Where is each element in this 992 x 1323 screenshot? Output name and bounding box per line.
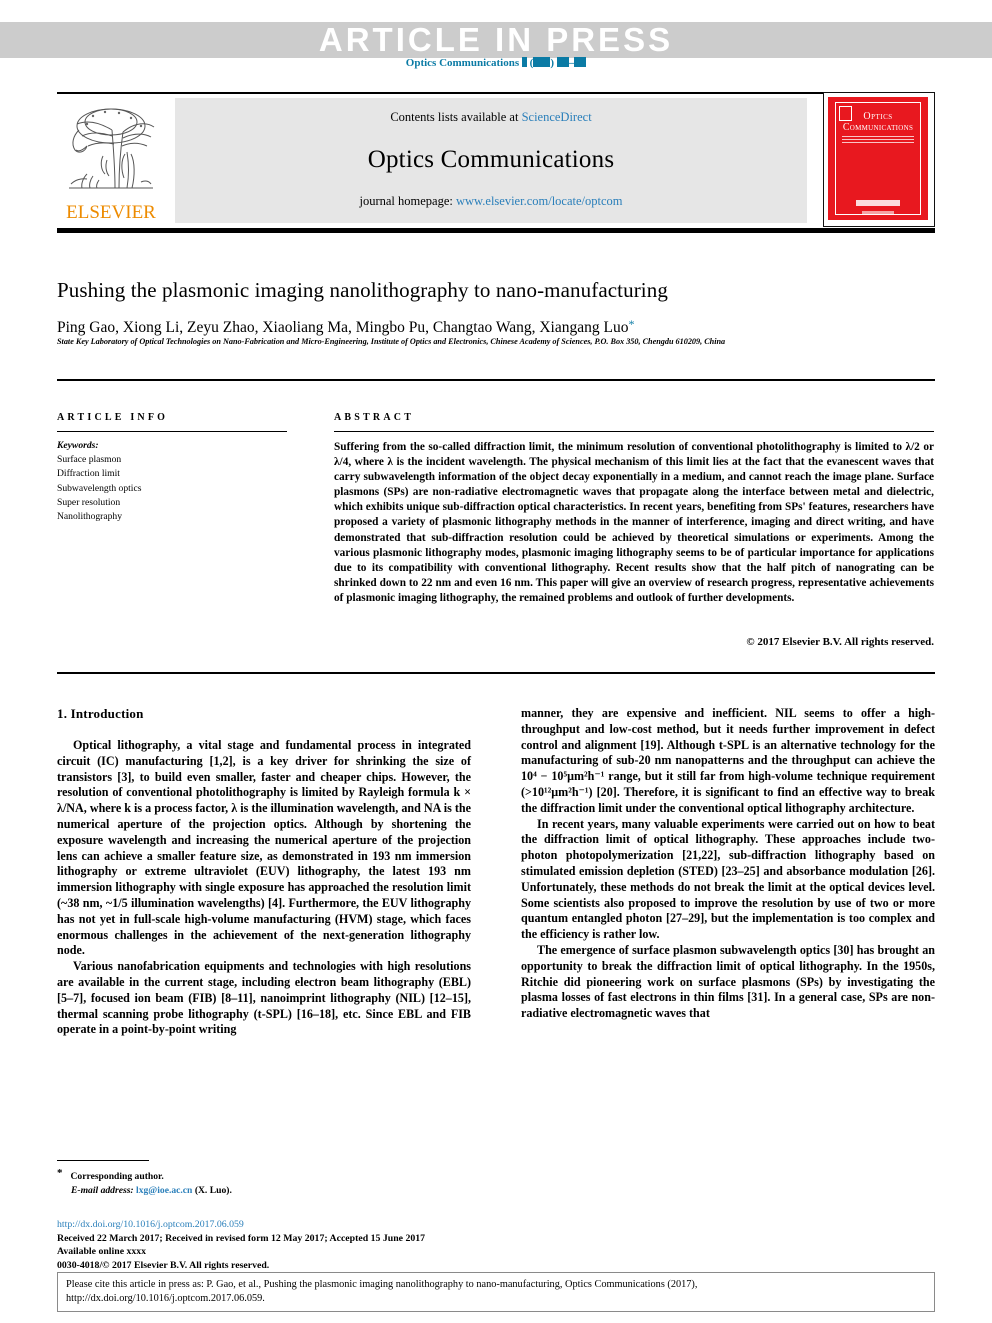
keywords-block: Keywords: Surface plasmon Diffraction li… [57,439,297,524]
keyword-item: Nanolithography [57,511,123,523]
article-in-press-label: ARTICLE IN PRESS [318,21,674,58]
sciencedirect-link[interactable]: ScienceDirect [522,110,592,124]
section-heading-introduction: 1. Introduction [57,706,144,721]
issn-copyright: 0030-4018/© 2017 Elsevier B.V. All right… [57,1259,270,1271]
footnote-rule [57,1160,149,1162]
journal-title: Optics Communications [367,146,615,173]
abstract-rule [334,431,934,433]
author-names: Ping Gao, Xiong Li, Zeyu Zhao, Xiaoliang… [57,319,629,336]
redacted-startpage-block [556,57,569,67]
contents-available-line: Contents lists available at ScienceDirec… [175,110,807,125]
publication-info: http://dx.doi.org/10.1016/j.optcom.2017.… [57,1218,507,1272]
elsevier-wordmark: ELSEVIER [66,202,156,223]
abstract-heading: ABSTRACT [334,412,415,423]
cover-subtitle-lines [842,136,914,143]
elsevier-logo: ELSEVIER [57,96,165,226]
paren-close: ) [550,57,554,69]
journal-masthead: ELSEVIER Contents lists available at Sci… [57,92,935,233]
cover-title-line1: Optics [863,111,893,122]
footnote-star-marker: * [57,1167,63,1179]
keyword-item: Subwavelength optics [57,482,142,494]
redacted-endpage-block [574,57,587,67]
body-column-right: manner, they are expensive and inefficie… [521,706,935,1022]
publication-dates: Received 22 March 2017; Received in revi… [57,1232,426,1244]
email-owner: (X. Luo). [194,1185,232,1196]
homepage-link[interactable]: www.elsevier.com/locate/optcom [456,194,623,208]
journal-homepage-line: journal homepage: www.elsevier.com/locat… [175,194,807,209]
contents-prefix: Contents lists available at [390,110,522,124]
masthead-top-rule [57,92,935,94]
corresponding-author-text: Corresponding author. [70,1171,164,1182]
author-list: Ping Gao, Xiong Li, Zeyu Zhao, Xiaoliang… [57,315,935,337]
paragraph: In recent years, many valuable experimen… [521,816,935,942]
footnote-block: * Corresponding author. E-mail address: l… [57,1166,471,1198]
journal-reference-line: Optics Communications () – [0,57,992,69]
masthead-bottom-rule [57,228,935,233]
cover-title-line2: Communications [842,122,914,133]
keywords-label: Keywords: [57,440,99,451]
journal-cover-art: Optics Communications [828,97,928,220]
keyword-item: Diffraction limit [57,468,120,480]
page-title: Pushing the plasmonic imaging nanolithog… [57,278,668,302]
body-column-left: 1. Introduction Optical lithography, a v… [57,706,471,1038]
paragraph: The emergence of surface plasmon subwave… [521,942,935,1021]
homepage-label: journal homepage: [359,194,456,208]
article-info-rule [57,431,287,433]
citation-footer-box: Please cite this article in press as: P.… [57,1272,935,1312]
masthead-banner-box: Contents lists available at ScienceDirec… [175,98,807,223]
abstract-text: Suffering from the so-called diffraction… [334,441,934,604]
abstract-bottom-rule [57,672,935,674]
redacted-year-block [533,57,551,67]
paragraph: manner, they are expensive and inefficie… [521,706,935,815]
title-bottom-rule [57,379,935,381]
email-link[interactable]: lxg@ioe.ac.cn [136,1185,192,1196]
citation-line-1: Please cite this article in press as: P.… [66,1279,698,1290]
cover-footer-block [856,200,900,206]
journal-cover-thumbnail: Optics Communications [823,92,935,227]
email-label: E-mail address: [71,1185,134,1196]
cover-footer-block-2 [862,211,894,214]
email-note: E-mail address: lxg@ioe.ac.cn (X. Luo). [57,1184,471,1198]
keyword-item: Surface plasmon [57,454,122,466]
affiliation: State Key Laboratory of Optical Technolo… [57,337,726,346]
journal-reference-prefix: Optics Communications [405,57,520,69]
redacted-volume-block [521,57,527,67]
citation-line-2: http://dx.doi.org/10.1016/j.optcom.2017.… [66,1292,265,1304]
article-info-heading: ARTICLE INFO [57,412,169,423]
corresponding-author-note: * Corresponding author. [57,1166,471,1184]
abstract-copyright: © 2017 Elsevier B.V. All rights reserved… [746,636,934,648]
elsevier-tree-icon [69,108,155,189]
keyword-item: Super resolution [57,496,121,508]
paragraph: Various nanofabrication equipments and t… [57,959,471,1037]
available-online: Available online xxxx [57,1246,147,1258]
paper-page: ARTICLE IN PRESS Optics Communications (… [0,0,992,1323]
corresponding-author-marker: * [628,317,635,331]
paragraph: Optical lithography, a vital stage and f… [57,738,471,958]
doi-link[interactable]: http://dx.doi.org/10.1016/j.optcom.2017.… [57,1218,507,1232]
